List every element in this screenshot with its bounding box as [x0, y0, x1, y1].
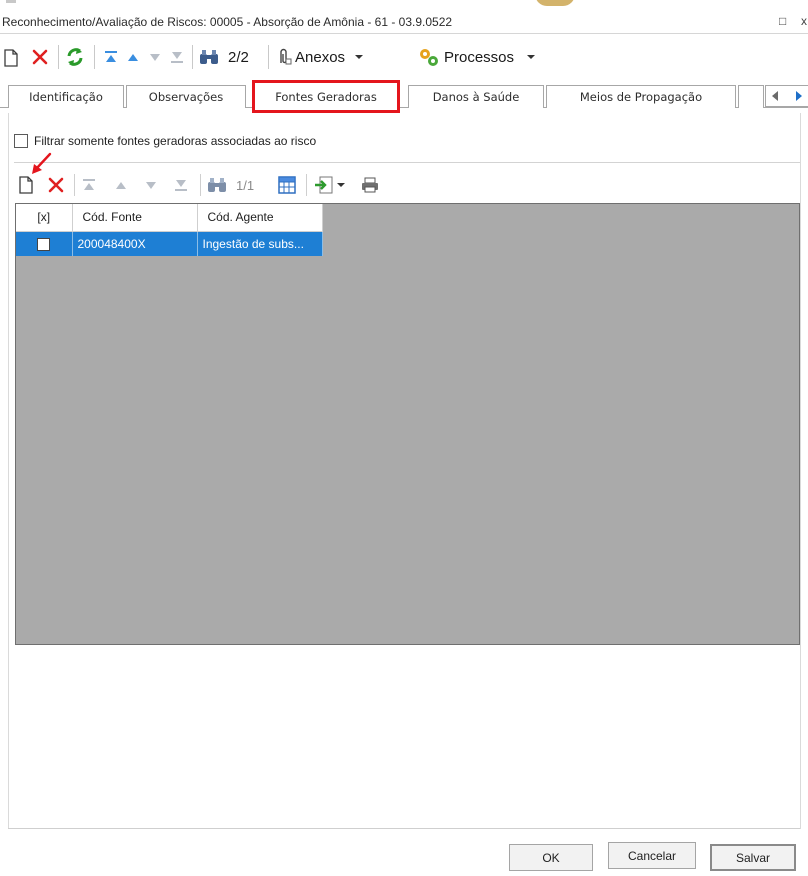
delete-icon — [32, 49, 48, 65]
delete-icon — [48, 177, 64, 193]
refresh-button[interactable] — [64, 46, 86, 68]
arrow-left-icon[interactable] — [772, 91, 778, 101]
previous-record-button[interactable] — [124, 48, 142, 66]
record-counter: 2/2 — [228, 48, 249, 66]
processos-dropdown[interactable]: Processos — [418, 46, 536, 68]
tab-strip: Identificação Observações Fontes Gerador… — [0, 80, 808, 114]
column-header-cod-agente[interactable]: Cód. Agente — [197, 204, 323, 232]
grid-print-button[interactable] — [360, 175, 380, 195]
grid-find-button[interactable] — [206, 176, 228, 194]
grid-first-button[interactable] — [80, 176, 98, 194]
grid-new-button[interactable] — [18, 175, 34, 195]
last-icon — [171, 52, 183, 63]
toolbar-separator — [58, 45, 59, 69]
chevron-down-icon — [337, 183, 345, 187]
gears-icon — [420, 49, 438, 66]
footer-separator — [8, 828, 800, 829]
tab-identificacao[interactable]: Identificação — [8, 85, 124, 108]
toolbar-separator — [268, 45, 269, 69]
next-icon — [146, 182, 156, 189]
last-record-button[interactable] — [168, 48, 186, 66]
tab-observacoes[interactable]: Observações — [126, 85, 246, 108]
toolbar-separator — [74, 174, 75, 196]
save-button[interactable]: Salvar — [710, 844, 796, 871]
first-record-button[interactable] — [102, 48, 120, 66]
toolbar-separator — [192, 45, 193, 69]
main-toolbar: 2/2 Anexos Processos — [0, 34, 808, 80]
next-icon — [150, 54, 160, 61]
first-icon — [105, 51, 117, 62]
toolbar-separator — [200, 174, 201, 196]
column-header-cod-fonte[interactable]: Cód. Fonte — [72, 204, 198, 232]
grid-last-button[interactable] — [172, 176, 190, 194]
restore-button[interactable]: □ — [779, 14, 786, 28]
toolbar-separator — [94, 45, 95, 69]
arrow-right-icon[interactable] — [796, 91, 802, 101]
tab-danos-a-saude[interactable]: Danos à Saúde — [408, 85, 544, 108]
row-select-cell[interactable] — [16, 231, 73, 256]
grid-next-button[interactable] — [142, 176, 160, 194]
grid-toolbar: 1/1 — [14, 152, 800, 202]
new-icon — [4, 49, 18, 67]
separator-line — [14, 162, 800, 163]
binoculars-icon — [208, 178, 226, 192]
ok-button[interactable]: OK — [509, 844, 593, 871]
new-record-button[interactable] — [2, 48, 20, 68]
window-title: Reconhecimento/Avaliação de Riscos: 0000… — [2, 15, 453, 29]
tab-fontes-geradoras[interactable]: Fontes Geradoras — [252, 80, 400, 113]
filter-checkbox[interactable] — [14, 134, 28, 148]
column-header-select[interactable]: [x] — [16, 204, 73, 232]
chevron-down-icon — [527, 55, 536, 59]
binoculars-icon — [200, 50, 218, 64]
grid-header-row: [x] Cód. Fonte Cód. Agente — [16, 204, 323, 232]
red-arrow-annotation — [32, 152, 52, 174]
table-row[interactable]: 200048400X Ingestão de subs... — [16, 231, 323, 256]
toolbar-separator — [306, 174, 307, 196]
export-icon — [315, 176, 333, 194]
find-button[interactable] — [198, 47, 220, 67]
first-icon — [83, 179, 95, 190]
previous-icon — [128, 54, 138, 61]
table-grid-icon — [278, 176, 296, 194]
grid-settings-button[interactable] — [276, 175, 298, 195]
chevron-down-icon — [355, 55, 364, 59]
grid-previous-button[interactable] — [112, 176, 130, 194]
new-icon — [19, 176, 33, 194]
tab-scroll-arrows[interactable] — [766, 86, 806, 106]
grid-export-dropdown[interactable] — [314, 175, 345, 195]
panel-border-left — [8, 113, 9, 829]
grid-table: [x] Cód. Fonte Cód. Agente 200048400X In… — [16, 204, 323, 256]
cancel-button[interactable]: Cancelar — [608, 842, 696, 869]
next-record-button[interactable] — [146, 48, 164, 66]
title-bar: Reconhecimento/Avaliação de Riscos: 0000… — [0, 8, 808, 34]
cell-cod-agente[interactable]: Ingestão de subs... — [197, 231, 323, 256]
filter-label: Filtrar somente fontes geradoras associa… — [34, 134, 317, 148]
paperclip-icon — [280, 48, 292, 65]
delete-record-button[interactable] — [30, 47, 50, 67]
row-checkbox[interactable] — [37, 237, 51, 251]
taskbar-orb — [535, 0, 575, 6]
printer-icon — [362, 177, 378, 193]
top-strip — [0, 0, 808, 8]
anexos-label: Anexos — [295, 48, 346, 66]
previous-icon — [116, 182, 126, 189]
processos-label: Processos — [444, 48, 515, 66]
cell-cod-fonte[interactable]: 200048400X — [72, 231, 198, 256]
fontes-grid[interactable]: [x] Cód. Fonte Cód. Agente 200048400X In… — [15, 203, 800, 645]
last-icon — [175, 180, 187, 191]
tab-meios-de-propagacao[interactable]: Meios de Propagação — [546, 85, 736, 108]
refresh-icon — [67, 48, 83, 66]
close-window-button[interactable]: x — [801, 14, 807, 28]
panel-border-right — [800, 113, 801, 829]
anexos-dropdown[interactable]: Anexos — [276, 46, 364, 68]
grid-record-counter: 1/1 — [236, 177, 255, 193]
tab-overflow[interactable] — [738, 85, 764, 108]
grid-delete-button[interactable] — [46, 175, 66, 195]
top-strip-hint — [6, 0, 16, 3]
filter-row: Filtrar somente fontes geradoras associa… — [14, 134, 316, 148]
tab-scroll-buttons — [765, 85, 808, 107]
